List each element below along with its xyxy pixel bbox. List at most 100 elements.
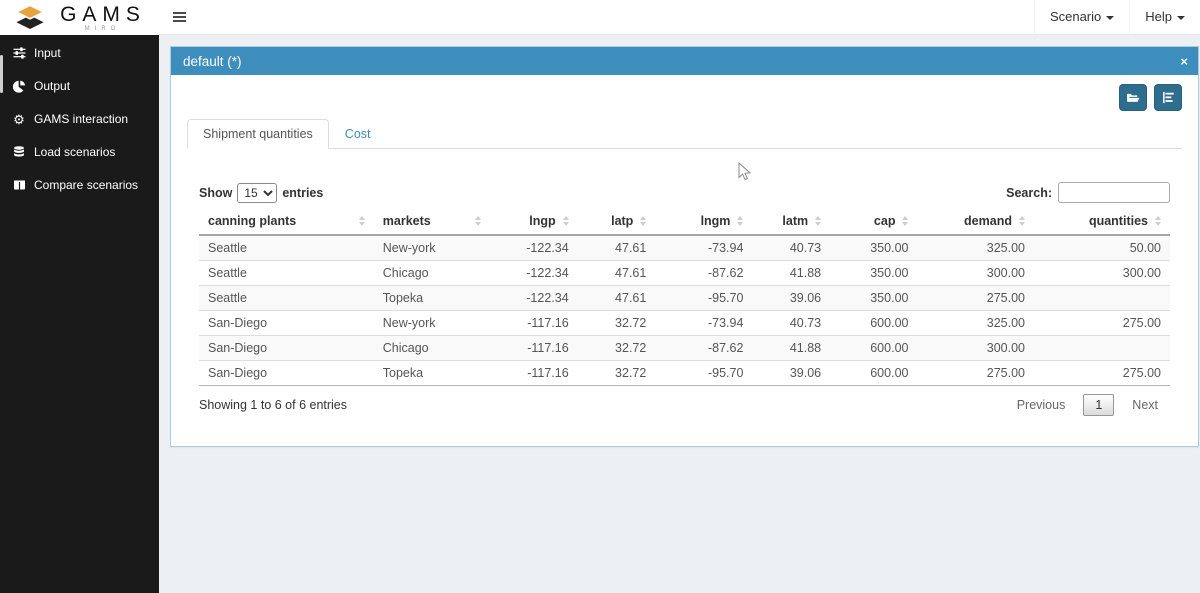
bar-chart-icon (1162, 91, 1174, 104)
table-cell: -73.94 (655, 234, 753, 261)
sort-icon[interactable] (562, 216, 569, 226)
menu-help[interactable]: Help (1129, 0, 1200, 34)
pagination: Previous 1 Next (1005, 394, 1170, 416)
table-cell: 600.00 (830, 310, 918, 336)
panel-header: default (*) × (171, 47, 1198, 75)
sidebar-item-load-scenarios[interactable]: Load scenarios (0, 137, 159, 167)
table-row[interactable]: Seattle Topeka -122.34 47.61 -95.70 39.06 350.… (199, 285, 1170, 311)
table-cell: New-york (373, 310, 491, 336)
table-row[interactable]: Seattle New-york -122.34 47.61 -73.94 40.73 35… (199, 234, 1170, 261)
load-scenario-button[interactable] (1119, 84, 1147, 111)
table-cell: -122.34 (490, 285, 578, 311)
sort-icon[interactable] (1018, 216, 1025, 226)
sort-icon[interactable] (475, 216, 482, 226)
table-cell: 50.00 (1033, 234, 1170, 261)
column-label: canning plants (208, 214, 297, 228)
table-cell: 32.72 (577, 335, 656, 361)
table-cell: 275.00 (917, 360, 1034, 386)
columns-icon (12, 179, 26, 191)
column-header-markets[interactable]: markets (373, 209, 491, 236)
gear-icon: ⚙ (13, 111, 25, 127)
navbar-menu: Scenario Help (1033, 0, 1200, 34)
page-1-button[interactable]: 1 (1083, 394, 1115, 416)
main-content: default (*) × Shipment quantities Cost S… (159, 35, 1200, 593)
table-row[interactable]: Seattle Chicago -122.34 47.61 -87.62 41.88 350… (199, 260, 1170, 286)
table-cell: -117.16 (490, 310, 578, 336)
top-navbar: GAMS MIRO Scenario Help (0, 0, 1200, 35)
sidebar-item-label: Input (34, 46, 61, 60)
table-cell: 47.61 (577, 260, 656, 286)
table-cell: 41.88 (752, 335, 831, 361)
table-cell: 39.06 (752, 360, 831, 386)
panel-body: Shipment quantities Cost Show 15 entries… (171, 75, 1198, 446)
close-icon[interactable]: × (1180, 55, 1188, 68)
table-row[interactable]: San-Diego Topeka -117.16 32.72 -95.70 39.06 60… (199, 360, 1170, 386)
column-header-quantities[interactable]: quantities (1033, 209, 1170, 236)
sort-icon[interactable] (737, 216, 744, 226)
table-cell: Topeka (373, 285, 491, 311)
entries-label: entries (282, 185, 324, 200)
column-header-demand[interactable]: demand (917, 209, 1034, 236)
chart-view-button[interactable] (1154, 84, 1182, 111)
column-header-lngp[interactable]: lngp (490, 209, 578, 236)
table-controls: Show 15 entries Search: (199, 182, 1170, 203)
column-header-latm[interactable]: latm (752, 209, 831, 236)
gams-logo-icon (14, 3, 46, 29)
table-cell: Seattle (199, 285, 374, 311)
table-cell: 300.00 (917, 260, 1034, 286)
show-label: Show (199, 185, 233, 200)
tab-cost[interactable]: Cost (329, 119, 387, 149)
tab-shipment-quantities[interactable]: Shipment quantities (187, 119, 329, 149)
menu-scenario[interactable]: Scenario (1033, 0, 1129, 34)
database-icon (12, 145, 26, 159)
sort-icon[interactable] (1155, 216, 1161, 226)
table-cell: 600.00 (830, 360, 918, 386)
column-label: cap (873, 214, 896, 228)
column-header-lngm[interactable]: lngm (655, 209, 753, 236)
table-cell: 350.00 (830, 285, 918, 311)
sidebar-item-label: Load scenarios (34, 145, 116, 159)
sidebar-item-label: Output (34, 79, 71, 93)
next-page-button[interactable]: Next (1120, 394, 1170, 416)
table-cell: -117.16 (490, 335, 578, 361)
table-cell (1033, 335, 1170, 361)
sort-icon[interactable] (902, 216, 909, 226)
sidebar-item-compare-scenarios[interactable]: Compare scenarios (0, 170, 159, 200)
page-length-select[interactable]: 15 (237, 182, 278, 203)
sidebar-toggle-icon[interactable] (159, 0, 199, 34)
table-row[interactable]: San-Diego New-york -117.16 32.72 -73.94 40.73… (199, 310, 1170, 336)
column-header-latp[interactable]: latp (577, 209, 656, 236)
scenario-panel: default (*) × Shipment quantities Cost S… (170, 46, 1199, 447)
column-label: demand (964, 214, 1012, 228)
table-cell: 300.00 (1033, 260, 1170, 286)
previous-page-button[interactable]: Previous (1005, 394, 1078, 416)
table-cell: New-york (373, 234, 491, 261)
sort-icon[interactable] (358, 216, 365, 226)
table-cell: 39.06 (752, 285, 831, 311)
table-cell: Chicago (373, 335, 491, 361)
column-header-cap[interactable]: cap (830, 209, 918, 236)
column-header-canning-plants[interactable]: canning plants (199, 209, 374, 236)
table-cell: 41.88 (752, 260, 831, 286)
table-cell: Chicago (373, 260, 491, 286)
sort-icon[interactable] (640, 216, 647, 226)
brand-text: GAMS MIRO (54, 4, 146, 32)
table-cell: 325.00 (917, 310, 1034, 336)
search-input[interactable] (1058, 182, 1170, 203)
table-row[interactable]: San-Diego Chicago -117.16 32.72 -87.62 41.88 6… (199, 335, 1170, 361)
sidebar-nav: Input Output ⚙ GAMS interaction Load scenari… (0, 38, 159, 200)
sidebar-scrollbar[interactable] (0, 55, 3, 93)
sidebar-item-gams-interaction[interactable]: ⚙ GAMS interaction (0, 104, 159, 134)
table-cell: 275.00 (1033, 360, 1170, 386)
sort-icon[interactable] (815, 216, 822, 226)
sidebar-item-output[interactable]: Output (0, 71, 159, 101)
sidebar-item-input[interactable]: Input (0, 38, 159, 68)
brand-logo[interactable]: GAMS MIRO (0, 0, 159, 35)
table-cell: Topeka (373, 360, 491, 386)
table-cell: 47.61 (577, 285, 656, 311)
panel-title: default (*) (183, 53, 242, 69)
shipment-table: canning plants markets lngp latp lngm latm cap… (199, 209, 1170, 386)
table-cell: 32.72 (577, 360, 656, 386)
table-cell: 600.00 (830, 335, 918, 361)
table-cell: San-Diego (199, 360, 374, 386)
